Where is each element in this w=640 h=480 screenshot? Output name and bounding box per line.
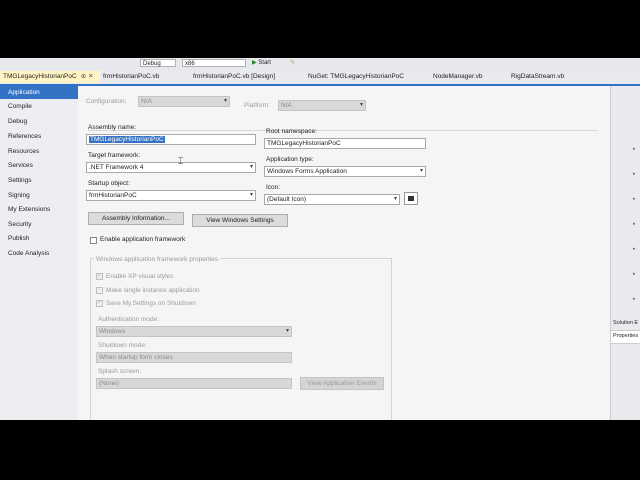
enable-application-framework-checkbox[interactable] [90, 237, 97, 244]
pin-icon[interactable]: ⊕ ✕ [81, 73, 94, 80]
tab-frmhistorianpoc-code[interactable]: frmHistorianPoC.vb [100, 71, 162, 83]
target-framework-select[interactable]: .NET Framework 4 ▾ [86, 162, 256, 173]
tab-nuget[interactable]: NuGet: TMGLegacyHistorianPoC [305, 71, 407, 83]
toolbox-icon[interactable]: ✎ [290, 59, 295, 68]
chevron-down-icon: ▾ [359, 102, 363, 108]
single-instance-checkbox [96, 287, 103, 294]
configuration-label: Configuration: [86, 98, 127, 105]
authentication-mode-select: Windows ▾ [96, 326, 292, 337]
visual-studio-window: Debug x86 ▶ Start ✎ TMGLegacyHistorianPo… [0, 58, 640, 420]
assembly-name-value: TMGLegacyHistorianPoC [89, 136, 165, 143]
icon-preview[interactable] [404, 192, 418, 205]
start-button[interactable]: ▶ Start [252, 59, 271, 68]
chevron-right-icon: ▸ [633, 246, 636, 252]
application-page: Configuration: N/A ▾ Platform: N/A ▾ Assem… [78, 86, 610, 420]
icon-label: Icon: [266, 184, 281, 191]
chevron-right-icon: ▸ [633, 296, 636, 302]
chevron-down-icon: ▾ [249, 192, 253, 198]
shutdown-mode-select: When startup form closes [96, 352, 292, 363]
tab-project-properties[interactable]: TMGLegacyHistorianPoC ⊕ ✕ [0, 71, 100, 83]
platform-combo[interactable]: x86 [182, 59, 246, 67]
nav-publish[interactable]: Publish [0, 232, 78, 245]
mouse-cursor-icon: ⌶ [178, 156, 184, 166]
configuration-value: N/A [141, 98, 152, 105]
monitor-bezel [0, 420, 640, 480]
solution-explorer-panel: ▸ ▸ ▸ ▸ ▸ ▸ ▸ Solution E Properties [610, 86, 640, 420]
splash-screen-value: (None) [99, 380, 119, 387]
tab-rigdatastream[interactable]: RigDataStream.vb [508, 71, 567, 83]
enable-xp-styles-label: Enable XP visual styles [106, 273, 174, 280]
project-properties-nav: Application Compile Debug References Res… [0, 86, 78, 420]
authentication-mode-label: Authentication mode: [98, 316, 160, 323]
view-windows-settings-button[interactable]: View Windows Settings [192, 214, 288, 227]
single-instance-label: Make single instance application [106, 287, 200, 294]
tab-label: TMGLegacyHistorianPoC [3, 73, 77, 80]
chevron-down-icon: ▾ [223, 98, 227, 104]
root-namespace-input[interactable]: TMGLegacyHistorianPoC [264, 138, 426, 149]
shutdown-mode-value: When startup form closes [99, 354, 173, 361]
chevron-down-icon: ▾ [393, 196, 397, 202]
application-type-select[interactable]: Windows Forms Application ▾ [264, 166, 426, 177]
properties-label[interactable]: Properties [613, 333, 638, 339]
assembly-name-label: Assembly name: [88, 124, 137, 131]
icon-value: (Default Icon) [267, 196, 307, 203]
chevron-down-icon: ▾ [419, 168, 423, 174]
nav-settings[interactable]: Settings [0, 174, 78, 187]
chevron-down-icon: ▾ [249, 164, 253, 170]
nav-my-extensions[interactable]: My Extensions [0, 203, 78, 216]
target-framework-label: Target framework: [88, 152, 141, 159]
application-icon [408, 196, 414, 201]
start-label: Start [258, 60, 271, 66]
startup-object-select[interactable]: frmHistorianPoC ▾ [86, 190, 256, 201]
chevron-down-icon: ▾ [285, 328, 289, 334]
shutdown-mode-label: Shutdown mode: [98, 342, 147, 349]
nav-signing[interactable]: Signing [0, 189, 78, 202]
solution-explorer-label[interactable]: Solution E [613, 320, 638, 326]
nav-debug[interactable]: Debug [0, 115, 78, 128]
assembly-information-button[interactable]: Assembly Information... [88, 212, 184, 225]
document-tabs: TMGLegacyHistorianPoC ⊕ ✕ frmHistorianPoC… [0, 70, 640, 86]
platform-label: Platform: [244, 102, 271, 109]
configuration-combo[interactable]: Debug [140, 59, 176, 67]
view-application-events-button: View Application Events [300, 377, 384, 390]
authentication-mode-value: Windows [99, 328, 126, 335]
save-settings-checkbox: ✓ [96, 300, 103, 307]
save-settings-label: Save My.Settings on Shutdown [106, 300, 196, 307]
enable-application-framework-label: Enable application framework [100, 236, 186, 243]
startup-object-value: frmHistorianPoC [89, 192, 137, 199]
startup-object-label: Startup object: [88, 180, 130, 187]
platform-select: N/A ▾ [278, 100, 366, 111]
nav-application[interactable]: Application [0, 86, 78, 99]
assembly-name-input[interactable]: TMGLegacyHistorianPoC [86, 134, 256, 145]
chevron-right-icon: ▸ [633, 196, 636, 202]
tab-nodemanager[interactable]: NodeManager.vb [430, 71, 486, 83]
tab-frmhistorianpoc-design[interactable]: frmHistorianPoC.vb [Design] [190, 71, 278, 83]
chevron-right-icon: ▸ [633, 171, 636, 177]
configuration-select: N/A ▾ [138, 96, 230, 107]
enable-xp-styles-checkbox: ✓ [96, 273, 103, 280]
splash-screen-select: (None) [96, 378, 292, 389]
chevron-right-icon: ▸ [633, 146, 636, 152]
chevron-right-icon: ▸ [633, 271, 636, 277]
nav-resources[interactable]: Resources [0, 145, 78, 158]
chevron-right-icon: ▸ [633, 221, 636, 227]
nav-references[interactable]: References [0, 130, 78, 143]
divider [88, 130, 598, 131]
application-type-label: Application type: [266, 156, 314, 163]
nav-security[interactable]: Security [0, 218, 78, 231]
icon-select[interactable]: (Default Icon) ▾ [264, 194, 400, 205]
application-type-value: Windows Forms Application [267, 168, 347, 175]
nav-services[interactable]: Services [0, 159, 78, 172]
group-title: Windows application framework properties [94, 256, 221, 263]
nav-compile[interactable]: Compile [0, 100, 78, 113]
platform-value: N/A [281, 102, 292, 109]
nav-code-analysis[interactable]: Code Analysis [0, 247, 78, 260]
windows-app-framework-group [90, 258, 392, 420]
root-namespace-label: Root namespace: [266, 128, 317, 135]
properties-header: Properties [611, 330, 640, 344]
splash-screen-label: Splash screen: [98, 368, 141, 375]
target-framework-value: .NET Framework 4 [89, 164, 144, 171]
